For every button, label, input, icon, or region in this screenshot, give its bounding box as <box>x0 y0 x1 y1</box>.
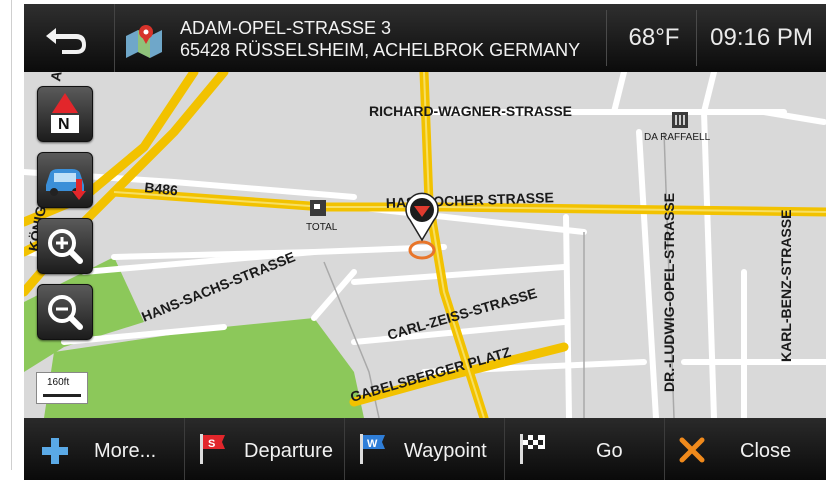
car-icon <box>46 169 86 200</box>
more-button[interactable]: More... <box>24 418 185 480</box>
north-letter: N <box>58 116 70 133</box>
waypoint-flag-icon: W <box>360 434 385 464</box>
map-view[interactable]: RICHARD-WAGNER-STRASSE HASSLOCHER STRASS… <box>24 72 826 418</box>
bottom-toolbar: More... S Departure W Waypoint Go Close <box>24 418 826 480</box>
address-line-1: ADAM-OPEL-STRASSE 3 <box>180 18 392 38</box>
street-label-karl-benz: KARL-BENZ-STRASSE <box>778 210 794 362</box>
more-label: More... <box>94 440 157 462</box>
departure-label: Departure <box>244 440 333 462</box>
zoom-in-button[interactable] <box>37 218 93 274</box>
svg-text:S: S <box>208 438 215 450</box>
departure-button[interactable]: S Departure <box>184 418 345 480</box>
poi-label-restaurant: DA RAFFAELL <box>644 132 711 143</box>
waypoint-button[interactable]: W Waypoint <box>344 418 505 480</box>
map-scale-bar <box>43 394 81 397</box>
close-icon <box>679 437 705 463</box>
zoom-out-button[interactable] <box>37 284 93 340</box>
svg-text:W: W <box>367 438 378 450</box>
header-divider <box>606 10 607 66</box>
navigation-screen: ADAM-OPEL-STRASSE 3 65428 RÜSSELSHEIM, A… <box>24 4 826 480</box>
departure-flag-icon: S <box>200 434 225 464</box>
street-label-left: A <box>47 72 65 83</box>
plus-icon <box>42 438 68 464</box>
poi-label-fuel: TOTAL <box>306 222 338 233</box>
zoom-in-icon <box>48 229 83 264</box>
header-divider <box>696 10 697 66</box>
destination-map-icon <box>126 25 162 58</box>
back-arrow-icon <box>46 28 86 54</box>
checkered-flag-icon <box>520 434 545 464</box>
zoom-out-icon <box>48 295 83 330</box>
waypoint-label: Waypoint <box>404 440 487 462</box>
address-line-2: 65428 RÜSSELSHEIM, ACHELBROK GERMANY <box>180 40 581 60</box>
map-scale: 160ft <box>36 372 88 404</box>
vehicle-view-button[interactable] <box>37 152 93 208</box>
back-button[interactable] <box>24 4 115 72</box>
restaurant-icon <box>672 112 688 128</box>
go-label: Go <box>596 440 623 462</box>
left-margin <box>0 0 24 484</box>
close-label: Close <box>740 440 792 462</box>
street-label-ludwig-opel: DR.-LUDWIG-OPEL-STRASSE <box>661 193 677 392</box>
go-button[interactable]: Go <box>504 418 665 480</box>
map-scale-label: 160ft <box>47 377 70 388</box>
fuel-station-icon <box>310 200 326 216</box>
street-label-richard: RICHARD-WAGNER-STRASSE <box>369 103 572 119</box>
header-bar: ADAM-OPEL-STRASSE 3 65428 RÜSSELSHEIM, A… <box>24 4 826 72</box>
temperature: 68°F <box>628 24 680 51</box>
close-button[interactable]: Close <box>664 418 826 480</box>
north-up-button[interactable]: N <box>37 86 93 142</box>
clock: 09:16 PM <box>710 24 813 51</box>
